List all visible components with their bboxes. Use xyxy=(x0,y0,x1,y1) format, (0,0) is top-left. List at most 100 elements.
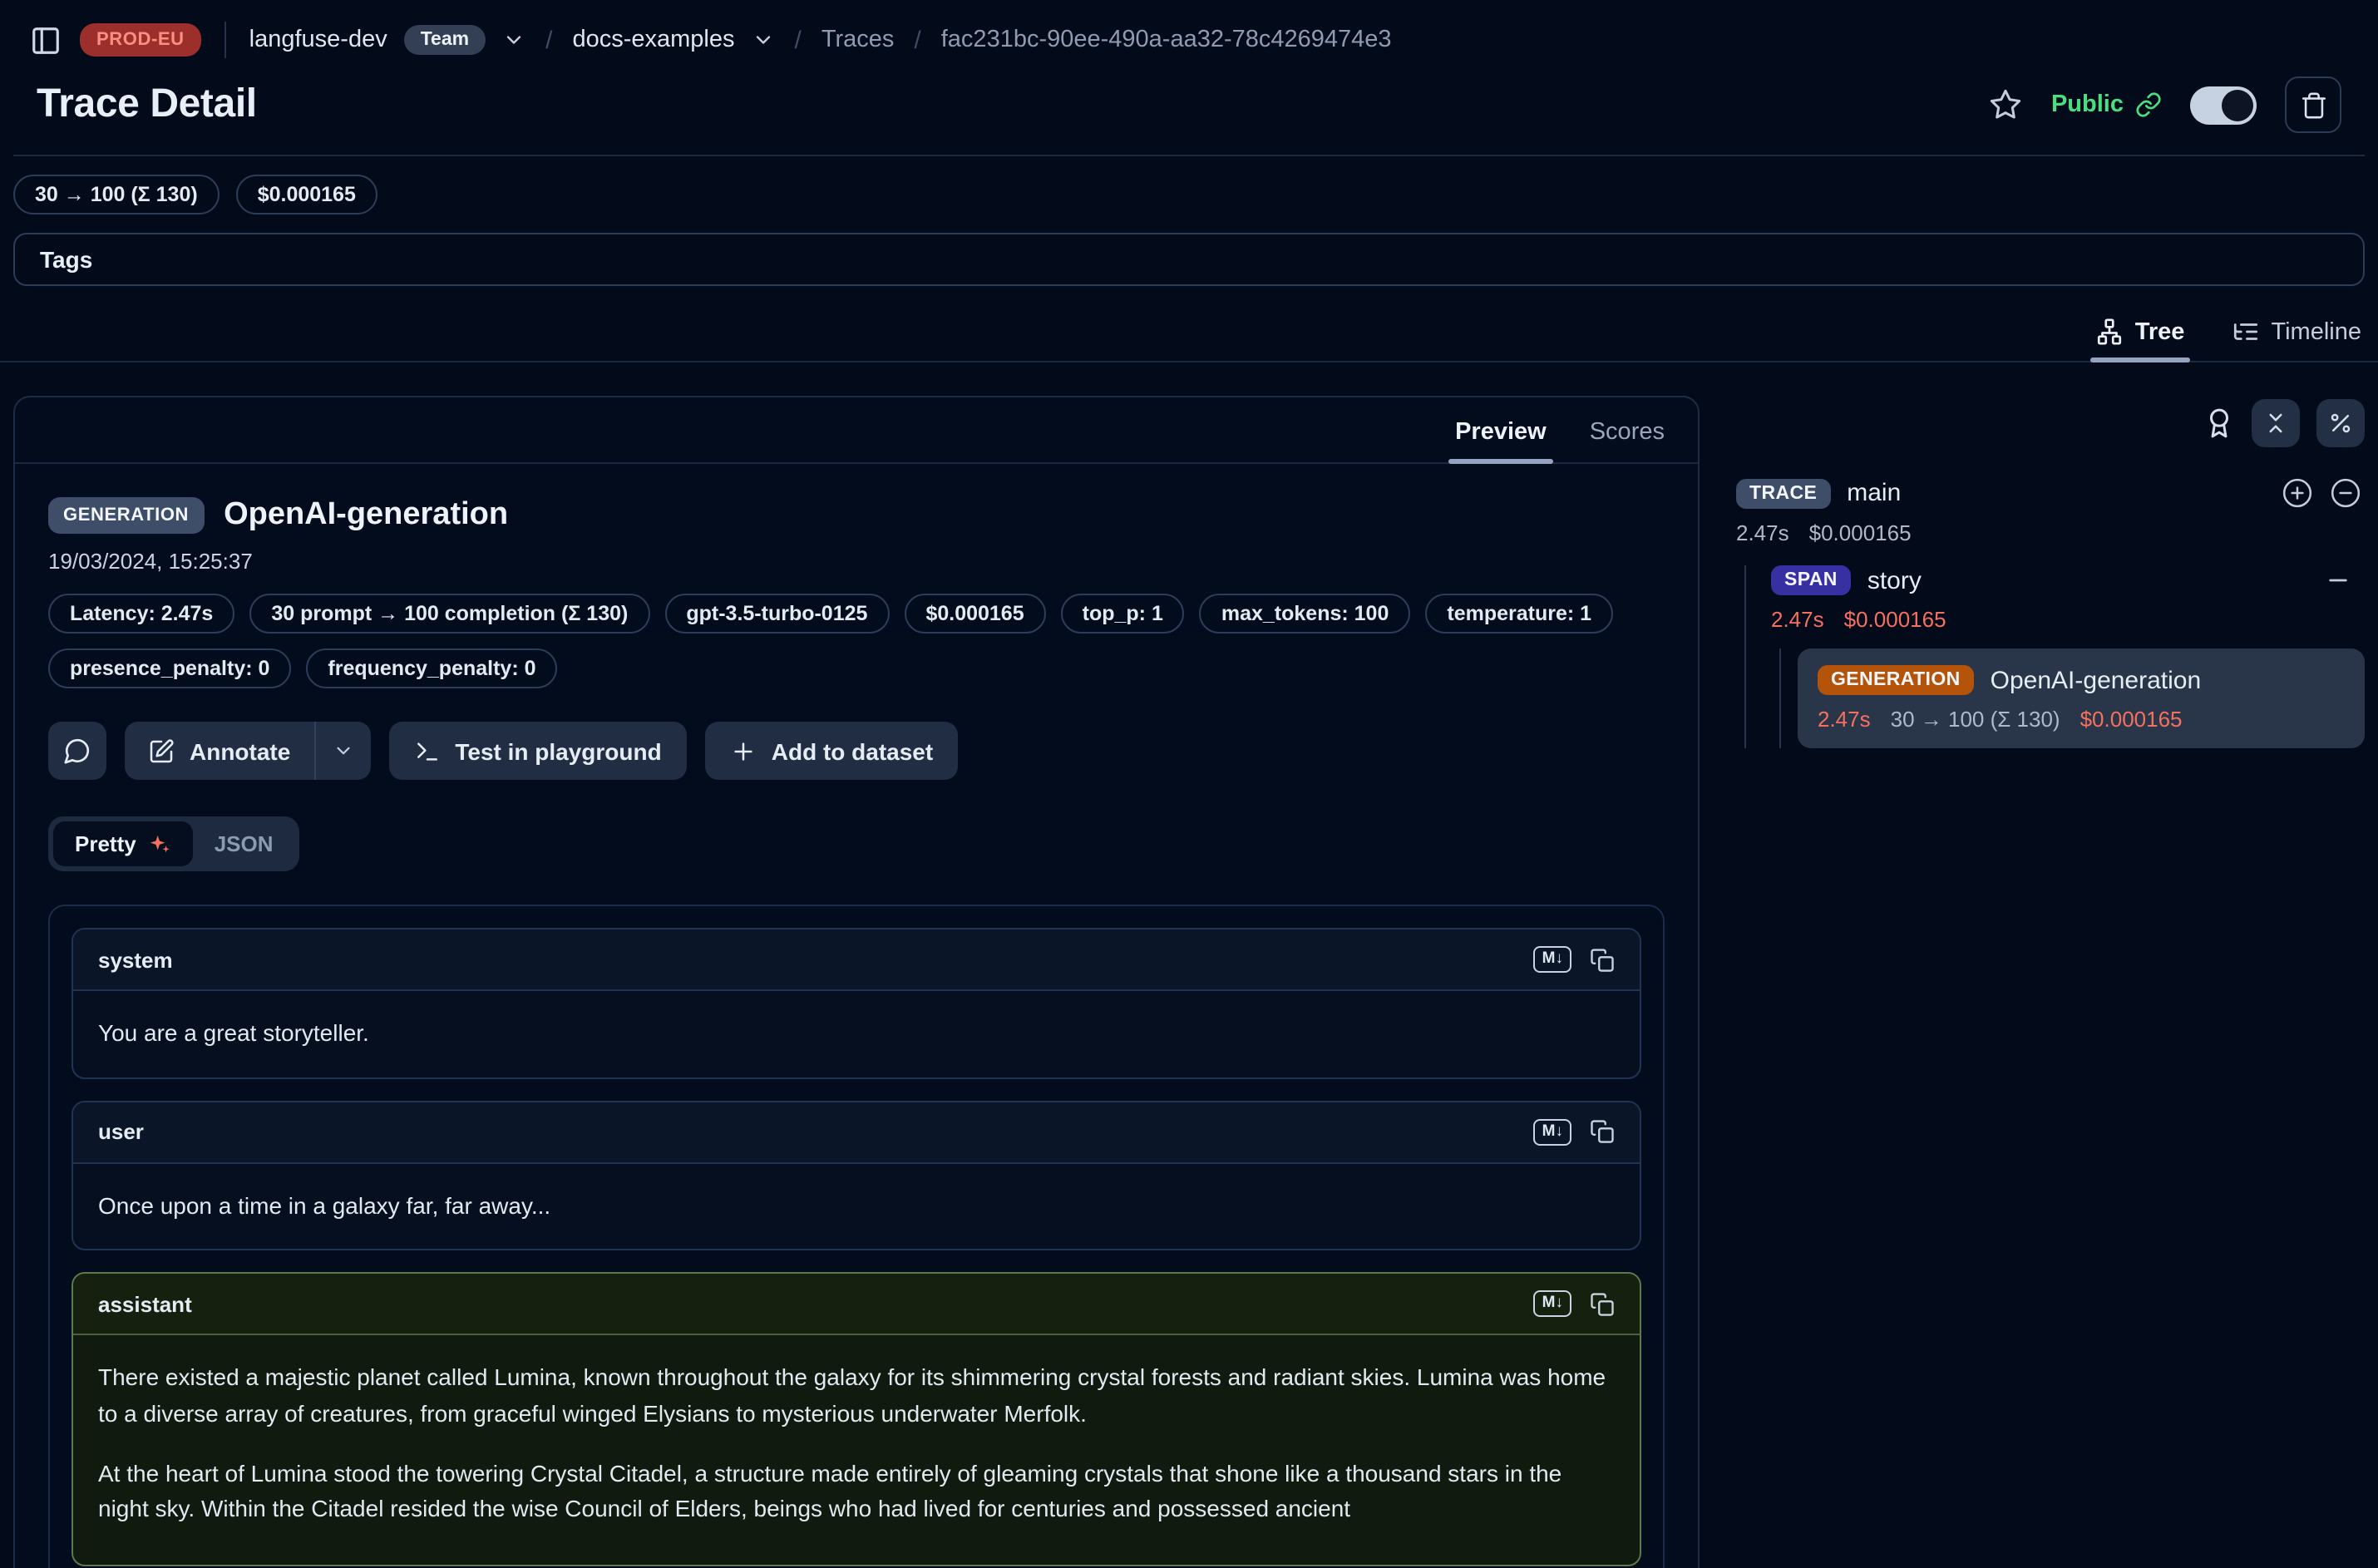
generation-latency: 2.47s xyxy=(1818,707,1871,732)
generation-token-usage: 30 → 100 (Σ 130) xyxy=(1891,707,2060,732)
json-view-toggle[interactable]: JSON xyxy=(193,821,295,866)
assistant-paragraph: There existed a majestic planet called L… xyxy=(98,1361,1615,1433)
breadcrumb-slash: / xyxy=(542,26,555,54)
markdown-toggle-icon[interactable]: M↓ xyxy=(1534,946,1571,973)
breadcrumb-section-traces[interactable]: Traces xyxy=(821,27,895,53)
tree-node-generation-selected[interactable]: GENERATION OpenAI-generation 2.47s 30 → … xyxy=(1798,648,2365,748)
span-children: GENERATION OpenAI-generation 2.47s 30 → … xyxy=(1779,648,2365,748)
trace-children: SPAN story 2.47s $0.000165 GENERATION xyxy=(1744,565,2365,748)
generation-metrics: 2.47s 30 → 100 (Σ 130) $0.000165 xyxy=(1818,707,2345,732)
trace-latency: 2.47s xyxy=(1736,520,1789,545)
tab-timeline[interactable]: Timeline xyxy=(2231,318,2361,361)
award-icon xyxy=(2203,407,2235,439)
copy-button[interactable] xyxy=(1590,947,1615,972)
comment-icon xyxy=(63,737,91,765)
public-link[interactable]: Public xyxy=(2051,91,2162,118)
message-content: There existed a majestic planet called L… xyxy=(73,1336,1640,1566)
org-switcher-button[interactable] xyxy=(502,28,525,52)
markdown-toggle-icon[interactable]: M↓ xyxy=(1534,1291,1571,1318)
span-name: story xyxy=(1867,566,1922,594)
annotate-dropdown-button[interactable] xyxy=(315,722,370,780)
chevron-down-icon xyxy=(332,740,353,762)
org-type-badge: Team xyxy=(404,25,486,55)
public-label: Public xyxy=(2051,91,2124,118)
sidebar-toggle-button[interactable] xyxy=(27,22,63,58)
tree-node-trace[interactable]: TRACE main xyxy=(1736,477,2365,509)
copy-icon xyxy=(1590,1292,1615,1317)
tags-section[interactable]: Tags xyxy=(13,233,2365,286)
message-tools: M↓ xyxy=(1534,1118,1615,1145)
tab-scores[interactable]: Scores xyxy=(1590,419,1665,462)
breadcrumb: PROD-EU langfuse-dev Team / docs-example… xyxy=(0,0,2378,73)
generation-name: OpenAI-generation xyxy=(1991,666,2202,694)
trace-cost-badge: $0.000165 xyxy=(236,175,377,214)
page-title: Trace Detail xyxy=(37,81,257,128)
tab-timeline-label: Timeline xyxy=(2271,318,2361,345)
trash-icon xyxy=(2299,91,2327,119)
breadcrumb-project[interactable]: docs-examples xyxy=(572,27,734,53)
cost-badge: $0.000165 xyxy=(904,594,1045,634)
sparkles-icon xyxy=(148,832,171,855)
trace-tree-panel: TRACE main 2.47s $0.000165 xyxy=(1736,396,2365,748)
breadcrumb-org[interactable]: langfuse-dev xyxy=(249,27,387,53)
minus-icon xyxy=(2325,567,2351,594)
list-tree-icon xyxy=(2231,318,2259,346)
presence-penalty-badge: presence_penalty: 0 xyxy=(48,648,291,688)
breadcrumb-trace-id: fac231bc-90ee-490a-aa32-78c4269474e3 xyxy=(941,27,1392,53)
messages-card: system M↓ You are a great storyteller. xyxy=(48,905,1665,1568)
toggle-knob xyxy=(2222,89,2253,121)
trace-cost: $0.000165 xyxy=(1809,520,1912,545)
top-p-badge: top_p: 1 xyxy=(1061,594,1185,634)
chevron-down-icon xyxy=(752,28,775,52)
plus-icon xyxy=(730,737,757,764)
observation-timestamp: 19/03/2024, 15:25:37 xyxy=(48,549,1665,574)
observation-detail-body: GENERATION OpenAI-generation 19/03/2024,… xyxy=(15,464,1698,1568)
message-tools: M↓ xyxy=(1534,1291,1615,1318)
frequency-penalty-badge: frequency_penalty: 0 xyxy=(306,648,557,688)
tree-icon xyxy=(2095,318,2124,346)
scores-award-button[interactable] xyxy=(2203,407,2235,439)
generation-cost: $0.000165 xyxy=(2080,707,2183,732)
copy-button[interactable] xyxy=(1590,1119,1615,1144)
pretty-view-toggle[interactable]: Pretty xyxy=(53,821,193,866)
dataset-label: Add to dataset xyxy=(772,737,933,764)
tab-preview[interactable]: Preview xyxy=(1455,419,1547,462)
breadcrumb-separator-line xyxy=(224,22,226,58)
panel-left-icon xyxy=(29,24,61,56)
public-toggle[interactable] xyxy=(2190,86,2257,124)
trace-detail-page: PROD-EU langfuse-dev Team / docs-example… xyxy=(0,0,2378,1568)
observation-name: OpenAI-generation xyxy=(224,497,508,534)
copy-icon xyxy=(1590,1119,1615,1144)
collapse-span-button[interactable] xyxy=(2325,567,2351,594)
breadcrumb-slash: / xyxy=(910,26,924,54)
show-percentages-button[interactable] xyxy=(2316,399,2365,447)
observation-header: GENERATION OpenAI-generation xyxy=(48,497,1665,534)
copy-button[interactable] xyxy=(1590,1292,1615,1317)
span-metrics: 2.47s $0.000165 xyxy=(1771,607,2365,632)
trace-summary: 30 → 100 (Σ 130) $0.000165 xyxy=(0,156,2378,221)
panel-tabs: Preview Scores xyxy=(15,397,1698,464)
trace-type-badge: TRACE xyxy=(1736,478,1830,508)
pretty-label: Pretty xyxy=(75,831,136,856)
temperature-badge: temperature: 1 xyxy=(1425,594,1613,634)
markdown-toggle-icon[interactable]: M↓ xyxy=(1534,1118,1571,1145)
tab-tree[interactable]: Tree xyxy=(2095,318,2185,361)
assistant-paragraph: At the heart of Lumina stood the towerin… xyxy=(98,1457,1615,1529)
span-type-badge: SPAN xyxy=(1771,565,1851,595)
expand-all-button[interactable] xyxy=(2282,477,2313,509)
bookmark-trace-button[interactable] xyxy=(1990,88,2023,121)
message-role: system xyxy=(98,947,173,972)
page-header: Trace Detail Public xyxy=(0,73,2378,155)
project-switcher-button[interactable] xyxy=(752,28,775,52)
annotate-button[interactable]: Annotate xyxy=(125,722,313,780)
collapse-all-button[interactable] xyxy=(2252,399,2300,447)
trace-node-actions xyxy=(2282,477,2361,509)
test-in-playground-button[interactable]: Test in playground xyxy=(388,722,686,780)
span-latency: 2.47s xyxy=(1771,607,1824,632)
delete-trace-button[interactable] xyxy=(2285,76,2341,133)
tree-node-span[interactable]: SPAN story xyxy=(1771,565,2365,595)
add-to-dataset-button[interactable]: Add to dataset xyxy=(705,722,958,780)
trace-metrics: 2.47s $0.000165 xyxy=(1736,520,2365,545)
collapse-node-button[interactable] xyxy=(2330,477,2361,509)
comment-button[interactable] xyxy=(48,722,106,780)
